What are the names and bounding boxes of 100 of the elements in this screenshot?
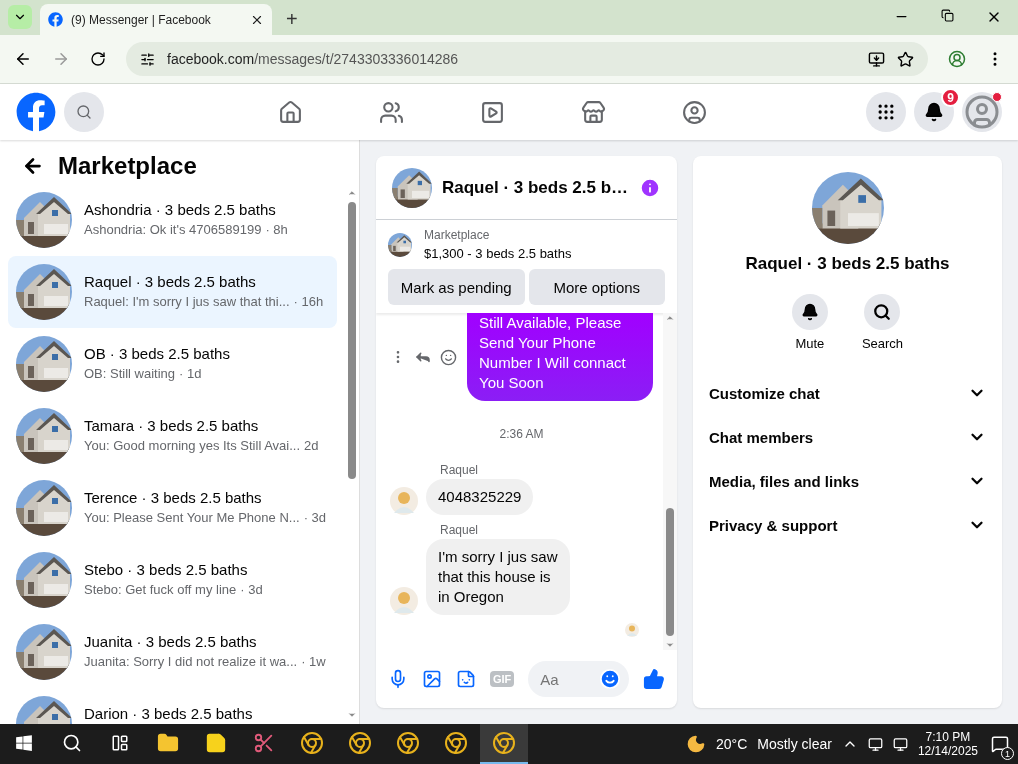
search-icon — [873, 303, 892, 321]
search-icon — [76, 104, 92, 120]
conversation-item[interactable]: OB · 3 beds 2.5 baths OB: Still waiting · 1d — [8, 328, 337, 400]
scroll-down-icon[interactable] — [665, 640, 675, 650]
home-icon[interactable] — [278, 99, 303, 125]
message-time: 2d — [304, 438, 319, 453]
conversation-item[interactable]: Terence · 3 beds 2.5 baths You: Please Sent Your Me Phone N... · 3d — [8, 472, 337, 544]
restore-icon[interactable] — [941, 9, 954, 22]
message-preview: Juanita: Sorry I did not realize it wa... — [84, 654, 298, 669]
video-icon[interactable] — [480, 99, 505, 125]
message-preview: You: Good morning yes Its Still Avai... — [84, 438, 301, 453]
site-settings-icon[interactable] — [140, 51, 155, 67]
task-view-icon — [111, 734, 129, 752]
account-button[interactable] — [962, 92, 1002, 132]
folder-icon — [157, 732, 179, 754]
chrome-icon — [396, 731, 420, 755]
scroll-down-icon[interactable] — [347, 710, 357, 720]
conversation-name: Ashondria · 3 beds 2.5 baths — [84, 201, 277, 218]
details-section[interactable]: Privacy & support — [701, 503, 994, 547]
conversation-name: Juanita · 3 beds 2.5 baths — [84, 633, 258, 650]
menu-button[interactable] — [866, 92, 906, 132]
emoji-icon[interactable] — [440, 348, 457, 366]
avatar — [390, 587, 418, 615]
chrome-icon — [492, 731, 516, 755]
install-icon[interactable] — [868, 50, 885, 68]
taskbar-app[interactable] — [480, 724, 528, 764]
conversation-name: Tamara · 3 beds 2.5 baths — [84, 417, 260, 434]
groups-icon[interactable] — [682, 99, 707, 125]
reload-icon[interactable] — [90, 51, 106, 67]
details-section[interactable]: Customize chat — [701, 371, 994, 415]
conversation-item[interactable]: Stebo · 3 beds 2.5 baths Stebo: Get fuck off my line · 3d — [8, 544, 337, 616]
browser-tab[interactable]: (9) Messenger | Facebook — [40, 4, 272, 35]
message-time: · 16h — [293, 294, 324, 309]
message-field[interactable]: Aa — [528, 661, 629, 697]
chrome-icon — [348, 731, 372, 755]
conversation-item[interactable]: Tamara · 3 beds 2.5 baths You: Good morning yes Its Still Avai... 2d — [8, 400, 337, 472]
bookmark-star-icon[interactable] — [897, 50, 914, 68]
message-time: · 8h — [265, 222, 288, 237]
notification-count: 1 — [1001, 747, 1014, 760]
conversation-item[interactable]: Juanita · 3 beds 2.5 baths Juanita: Sorry I did not realize it wa... · 1w — [8, 616, 337, 688]
message-time: · 1w — [301, 654, 326, 669]
microphone-icon[interactable] — [388, 669, 408, 689]
sticker-icon[interactable] — [456, 669, 476, 689]
listing-action-button[interactable]: More options — [528, 269, 665, 305]
tab-search-button[interactable] — [8, 5, 32, 29]
received-message: I'm sorry I jus saw that this house is in Oregon — [426, 539, 570, 615]
user-icon — [964, 94, 1000, 130]
contact-name: Raquel · 3 beds 2.5 baths — [745, 254, 950, 274]
profile-icon[interactable] — [948, 50, 966, 68]
search-button[interactable] — [864, 294, 901, 330]
received-message: 4048325229 — [426, 479, 534, 515]
details-section[interactable]: Chat members — [701, 415, 994, 459]
conversation-name: Raquel · 3 beds 2.5 baths — [84, 273, 257, 290]
address-bar[interactable]: facebook.com/messages/t/2743303336014286 — [126, 42, 928, 76]
scroll-up-icon[interactable] — [665, 313, 675, 323]
scrollbar-thumb[interactable] — [666, 507, 674, 636]
conversation-name: Stebo · 3 beds 2.5 baths — [84, 561, 249, 578]
url-text: facebook.com/messages/t/2743303336014286 — [167, 51, 460, 67]
thumbs-up-icon[interactable] — [643, 668, 665, 690]
chat-title: Raquel · 3 beds 2.5 b… — [442, 177, 629, 198]
message-timestamp: 2:36 AM — [498, 426, 545, 443]
bell-icon — [924, 102, 944, 122]
network-icon[interactable] — [892, 736, 908, 752]
conversation-name: Terence · 3 beds 2.5 baths — [84, 489, 263, 506]
tab-title: (9) Messenger | Facebook — [71, 12, 212, 27]
bell-icon — [800, 303, 819, 321]
grid-icon — [876, 102, 896, 122]
facebook-logo-icon[interactable] — [16, 92, 56, 132]
listing-action-button[interactable]: Mark as pending — [388, 269, 525, 305]
message-time: · 3d — [240, 582, 263, 597]
info-icon[interactable] — [639, 176, 661, 199]
back-icon[interactable] — [22, 155, 44, 177]
display-icon[interactable] — [867, 736, 883, 752]
sent-message: Still Available, Please Send Your Phone Number I Will connact You Soon — [467, 313, 653, 401]
friends-icon[interactable] — [379, 99, 404, 125]
windows-logo-icon — [15, 734, 33, 752]
sticky-note-icon — [205, 732, 227, 754]
back-icon[interactable] — [14, 50, 32, 68]
message-preview: Raquel: I'm sorry I jus saw that thi... — [84, 294, 290, 309]
photo-icon[interactable] — [422, 669, 442, 689]
conversation-item[interactable]: Raquel · 3 beds 2.5 baths Raquel: I'm sorry I jus saw that thi... · 16h — [8, 256, 337, 328]
conversation-name: Darion · 3 beds 2.5 baths — [84, 705, 253, 722]
scroll-up-icon[interactable] — [347, 188, 357, 198]
message-preview: Ashondria: Ok it's 4706589199 — [84, 222, 262, 237]
conversation-item[interactable]: Ashondria · 3 beds 2.5 baths Ashondria: Ok it's 4706589199 · 8h — [8, 184, 337, 256]
search-icon — [62, 733, 82, 753]
message-preview: OB: Still waiting — [84, 366, 176, 381]
scrollbar-thumb[interactable] — [348, 202, 356, 479]
message-preview: Stebo: Get fuck off my line — [84, 582, 237, 597]
mute-button[interactable] — [791, 294, 828, 330]
details-section[interactable]: Media, files and links — [701, 459, 994, 503]
weather-text: Mostly clear — [757, 736, 832, 752]
temperature: 20°C — [715, 736, 748, 752]
clock-time: 7:10 PM — [925, 730, 971, 744]
listing-label: Marketplace — [424, 228, 491, 242]
forward-icon[interactable] — [52, 50, 70, 68]
action-label: Mute — [795, 336, 825, 351]
new-tab-button[interactable]: + — [280, 8, 304, 31]
store-icon[interactable] — [581, 99, 606, 125]
action-label: Search — [861, 336, 904, 351]
